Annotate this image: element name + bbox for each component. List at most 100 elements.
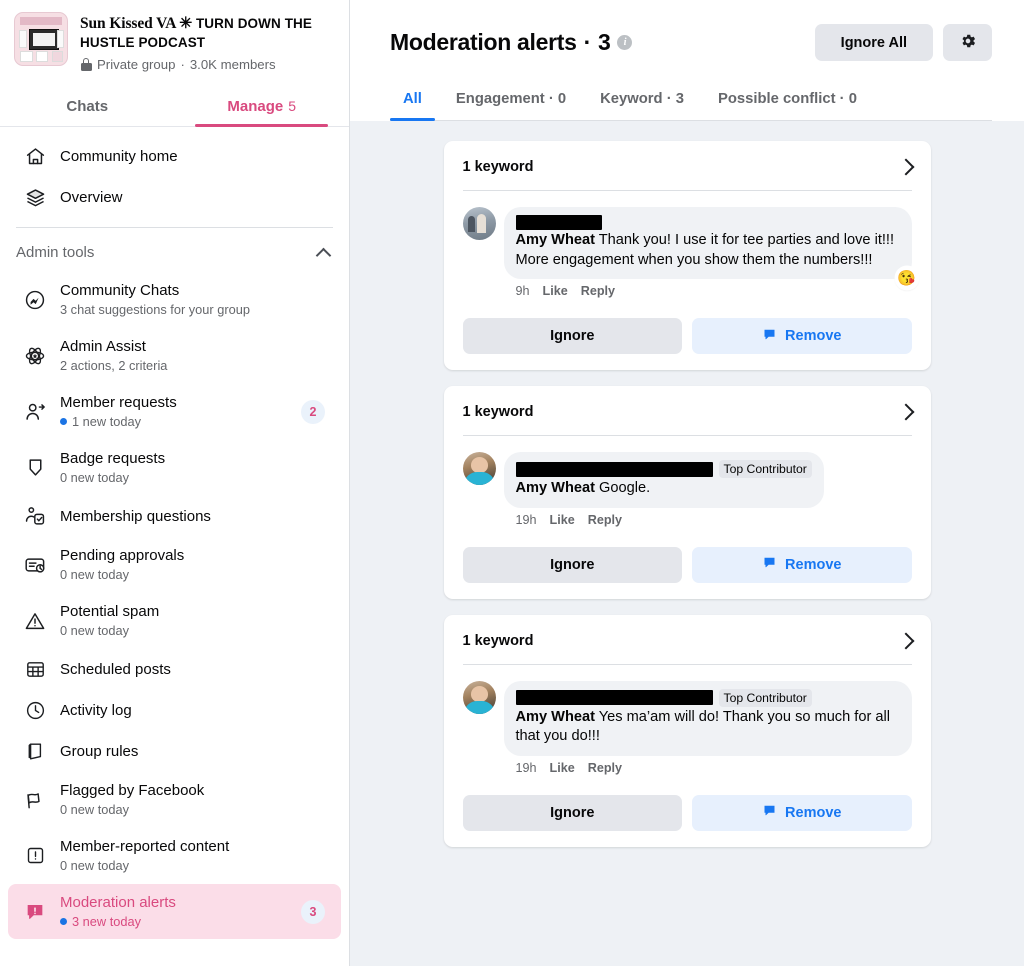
- flag-icon: [24, 789, 46, 811]
- book-icon: [24, 740, 46, 762]
- group-subtitle: Private group · 3.0K members: [80, 57, 335, 72]
- alert-actions: Ignore Remove: [444, 298, 931, 354]
- group-privacy: Private group: [97, 57, 176, 72]
- reaction-emoji-icon[interactable]: 😘: [895, 267, 918, 289]
- keyword-count-label: 1 keyword: [462, 632, 534, 649]
- badge-icon: [24, 457, 46, 479]
- ignore-all-button[interactable]: Ignore All: [814, 24, 933, 61]
- info-icon[interactable]: i: [617, 35, 633, 50]
- comment-text: Amy Wheat Google.: [516, 479, 812, 499]
- sidebar-item-label: Overview: [60, 188, 123, 206]
- moderation-alerts-badge: 3: [301, 899, 325, 924]
- layers-icon: [24, 186, 46, 208]
- remove-button[interactable]: Remove: [692, 794, 912, 831]
- sublabel-text: 1 new today: [72, 414, 142, 429]
- alert-card: 1 keyword Top Contributor: [443, 614, 931, 847]
- comment-mention[interactable]: Amy Wheat: [516, 480, 595, 496]
- sidebar-item-badge-requests[interactable]: Badge requests 0 new today: [8, 440, 341, 495]
- comment-mention[interactable]: Amy Wheat: [516, 709, 595, 725]
- admin-assist-icon: [24, 345, 46, 367]
- page-title-count: 3: [597, 29, 611, 55]
- ignore-button[interactable]: Ignore: [462, 794, 682, 831]
- new-indicator-dot: [60, 918, 67, 925]
- remove-button-label: Remove: [785, 328, 842, 344]
- comment-timestamp: 9h: [515, 284, 530, 298]
- main-content: Moderation alerts · 3 i Ignore All All E…: [350, 0, 1024, 966]
- like-button[interactable]: Like: [550, 513, 575, 527]
- page-title-separator: ·: [583, 29, 592, 55]
- group-member-count: 3.0K members: [189, 57, 276, 72]
- chevron-right-icon[interactable]: [900, 402, 912, 422]
- admin-tools-section-header[interactable]: Admin tools: [0, 238, 349, 271]
- remove-button[interactable]: Remove: [692, 546, 912, 583]
- sidebar: Sun Kissed VA ✳ TURN DOWN THE HUSTLE POD…: [0, 0, 350, 966]
- like-button[interactable]: Like: [550, 761, 575, 775]
- tab-chats[interactable]: Chats: [0, 86, 175, 126]
- sidebar-item-member-requests[interactable]: Member requests 1 new today 2: [8, 384, 341, 439]
- avatar[interactable]: [462, 207, 496, 240]
- ignore-button[interactable]: Ignore: [462, 318, 682, 354]
- sidebar-item-community-chats[interactable]: Community Chats 3 chat suggestions for y…: [8, 272, 341, 327]
- comment-meta: 9h Like Reply: [504, 279, 912, 298]
- sidebar-item-scheduled-posts[interactable]: Scheduled posts: [8, 649, 341, 689]
- group-meta-separator: ·: [180, 57, 185, 72]
- sidebar-item-community-home[interactable]: Community home: [8, 136, 341, 176]
- comment-timestamp: 19h: [515, 760, 537, 775]
- sidebar-item-label: Group rules: [60, 742, 139, 760]
- sublabel-text: 0 new today: [60, 470, 130, 485]
- tab-possible-conflict[interactable]: Possible conflict · 0: [705, 81, 870, 120]
- sidebar-item-overview[interactable]: Overview: [8, 177, 341, 217]
- group-cover-thumbnail[interactable]: [14, 12, 68, 66]
- remove-button[interactable]: Remove: [692, 318, 912, 354]
- sidebar-item-pending-approvals[interactable]: Pending approvals 0 new today: [8, 537, 341, 592]
- sidebar-item-label: Community home: [60, 147, 178, 165]
- tab-manage[interactable]: Manage 5: [175, 86, 350, 127]
- sublabel-text: 0 new today: [60, 802, 130, 817]
- comment-author-line: Top Contributor: [515, 460, 812, 478]
- sublabel-text: 3 chat suggestions for your group: [60, 302, 250, 317]
- keyword-count-label: 1 keyword: [462, 159, 534, 175]
- avatar[interactable]: [462, 680, 496, 714]
- tab-engagement[interactable]: Engagement · 0: [443, 81, 579, 120]
- sidebar-item-sublabel: 1 new today: [60, 413, 287, 430]
- sidebar-item-member-reported-content[interactable]: Member-reported content 0 new today: [8, 828, 341, 883]
- sidebar-item-admin-assist[interactable]: Admin Assist 2 actions, 2 criteria: [8, 328, 341, 383]
- chevron-right-icon[interactable]: [900, 157, 912, 177]
- ignore-button[interactable]: Ignore: [462, 546, 682, 583]
- alert-card: 1 keyword Top Contributor: [443, 386, 931, 599]
- tab-keyword[interactable]: Keyword · 3: [587, 81, 697, 120]
- group-tabs: Chats Manage 5: [0, 86, 349, 127]
- reply-button[interactable]: Reply: [581, 284, 615, 298]
- group-header[interactable]: Sun Kissed VA ✳ TURN DOWN THE HUSTLE POD…: [0, 0, 349, 72]
- sidebar-item-flagged-by-facebook[interactable]: Flagged by Facebook 0 new today: [8, 772, 341, 827]
- keyword-count-label: 1 keyword: [462, 404, 534, 420]
- sidebar-item-potential-spam[interactable]: Potential spam 0 new today: [8, 593, 341, 648]
- sidebar-item-label: Badge requests: [60, 450, 166, 467]
- sidebar-item-sublabel: 0 new today: [60, 622, 325, 639]
- member-request-icon: [24, 401, 46, 423]
- page-title-text: Moderation alerts: [390, 29, 577, 55]
- chevron-right-icon[interactable]: [900, 631, 912, 651]
- tab-all[interactable]: All: [390, 81, 435, 121]
- sidebar-item-moderation-alerts[interactable]: Moderation alerts 3 new today 3: [8, 884, 341, 939]
- avatar[interactable]: [462, 452, 496, 485]
- sublabel-text: 3 new today: [72, 914, 142, 929]
- sidebar-item-activity-log[interactable]: Activity log: [8, 690, 341, 730]
- reply-button[interactable]: Reply: [588, 513, 622, 527]
- chevron-up-icon[interactable]: [317, 248, 331, 257]
- settings-button[interactable]: [943, 24, 992, 61]
- comment: Amy Wheat Thank you! I use it for tee pa…: [444, 191, 931, 298]
- comment-mention[interactable]: Amy Wheat: [516, 232, 595, 248]
- sidebar-item-sublabel: 0 new today: [60, 857, 325, 874]
- lock-icon: [80, 58, 92, 71]
- alert-card-header[interactable]: 1 keyword: [444, 386, 931, 435]
- sidebar-item-group-rules[interactable]: Group rules: [8, 731, 341, 771]
- like-button[interactable]: Like: [543, 284, 568, 298]
- reply-button[interactable]: Reply: [588, 761, 622, 775]
- sublabel-text: 0 new today: [60, 567, 130, 582]
- alert-card-header[interactable]: 1 keyword: [444, 141, 931, 190]
- alert-card-header[interactable]: 1 keyword: [444, 615, 931, 664]
- sidebar-item-label: Scheduled posts: [60, 660, 171, 678]
- sidebar-item-membership-questions[interactable]: Membership questions: [8, 496, 341, 536]
- comment-text: Amy Wheat Yes ma’am will do! Thank you s…: [516, 708, 900, 747]
